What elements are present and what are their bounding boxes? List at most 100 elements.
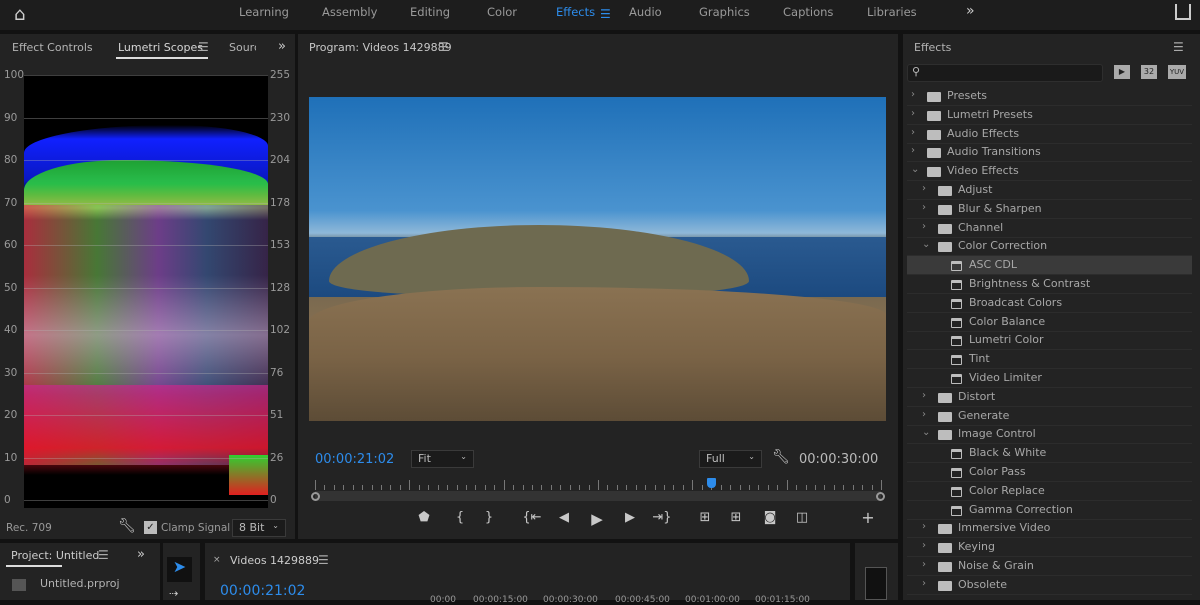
effects-list-item[interactable]: › Generate (907, 407, 1192, 426)
chevron-down-icon[interactable]: ⌄ (922, 239, 930, 250)
effects-list-item[interactable]: Gamma Correction (907, 501, 1192, 520)
tab-source[interactable]: Sourc (229, 41, 256, 54)
effects-list-item[interactable]: Broadcast Colors (907, 294, 1192, 313)
chevron-down-icon[interactable]: ⌄ (922, 427, 930, 438)
effects-list-item[interactable]: › Lumetri Presets (907, 106, 1192, 125)
extract-button[interactable]: ⊞ (726, 510, 746, 525)
go-to-in-button[interactable]: {⇤ (522, 510, 542, 525)
share-export-icon[interactable] (1175, 4, 1191, 20)
32bit-filter-icon[interactable]: 32 (1141, 65, 1157, 79)
effects-list-item[interactable]: Brightness & Contrast (907, 275, 1192, 294)
chevron-right-icon[interactable]: › (911, 108, 915, 119)
button-editor-plus[interactable]: + (858, 508, 878, 527)
workspace-tab-captions[interactable]: Captions (783, 5, 833, 19)
effects-list-item[interactable]: Lumetri Color (907, 331, 1192, 351)
accelerated-effects-filter-icon[interactable]: ▶ (1114, 65, 1130, 79)
zoom-dropdown[interactable]: Fit ⌄ (411, 450, 474, 468)
chevron-right-icon[interactable]: › (922, 578, 926, 589)
step-back-button[interactable]: ◀︎ (554, 510, 574, 525)
workspace-tab-color[interactable]: Color (487, 5, 517, 19)
chevron-right-icon[interactable]: › (922, 559, 926, 570)
effects-list-item[interactable]: › Noise & Grain (907, 557, 1192, 576)
sequence-menu-icon[interactable]: ☰ (318, 553, 329, 567)
tab-effect-controls[interactable]: Effect Controls (12, 41, 93, 54)
workspace-menu-icon[interactable]: ☰ (600, 7, 611, 21)
go-to-out-button[interactable]: ⇥} (652, 510, 672, 525)
timeline-timecode[interactable]: 00:00:21:02 (220, 583, 305, 599)
effects-menu-icon[interactable]: ☰ (1173, 40, 1184, 54)
quality-dropdown[interactable]: Full ⌄ (699, 450, 762, 468)
effects-list-item[interactable]: ⌄ Video Effects (907, 162, 1192, 182)
chevron-right-icon[interactable]: › (922, 390, 926, 401)
chevron-right-icon[interactable]: › (911, 145, 915, 156)
bit-depth-dropdown[interactable]: 8 Bit ⌄ (232, 519, 286, 537)
current-timecode[interactable]: 00:00:21:02 (315, 452, 394, 467)
effects-list-item[interactable]: › Adjust (907, 181, 1192, 200)
clamp-signal-checkbox[interactable]: ✓ (144, 521, 157, 534)
scroll-start-handle[interactable] (311, 492, 320, 501)
lift-button[interactable]: ⊞ (695, 510, 715, 525)
effects-list-item[interactable]: ⌄ Image Control (907, 425, 1192, 445)
effects-list-item[interactable]: › Channel (907, 219, 1192, 238)
chevron-down-icon[interactable]: ⌄ (911, 164, 919, 175)
program-menu-icon[interactable]: ☰ (438, 40, 449, 54)
settings-wrench-icon[interactable]: 🔧︎ (772, 449, 790, 465)
wrench-icon[interactable]: 🔧︎ (118, 518, 136, 534)
effects-list-item[interactable]: Color Replace (907, 482, 1192, 501)
panel-menu-icon[interactable]: ☰ (198, 40, 209, 54)
effects-list-item[interactable]: › Immersive Video (907, 519, 1192, 539)
project-overflow-icon[interactable]: » (137, 547, 145, 562)
effects-search-input[interactable]: ⚲ (907, 64, 1103, 82)
playhead[interactable] (707, 478, 717, 488)
workspace-tab-editing[interactable]: Editing (410, 5, 450, 19)
workspace-tab-learning[interactable]: Learning (239, 5, 289, 19)
effects-list-item[interactable]: › Keying (907, 538, 1192, 558)
yuv-filter-icon[interactable]: YUV (1168, 65, 1186, 79)
project-tab[interactable]: Project: Untitled (11, 549, 99, 562)
scroll-end-handle[interactable] (876, 492, 885, 501)
track-select-tool-icon[interactable]: ⇢ (169, 587, 178, 600)
effects-list-item[interactable]: ⌄ Color Correction (907, 237, 1192, 257)
time-ruler[interactable] (315, 480, 882, 490)
workspace-tab-effects[interactable]: Effects (556, 5, 595, 19)
effects-list-item[interactable]: Video Limiter (907, 369, 1192, 388)
chevron-right-icon[interactable]: › (922, 409, 926, 420)
home-icon[interactable]: ⌂ (14, 4, 36, 25)
effects-list-item[interactable]: › Audio Effects (907, 125, 1192, 144)
effects-list-item[interactable]: Black & White (907, 444, 1192, 464)
zoom-scrollbar[interactable] (315, 491, 881, 501)
panel-overflow-icon[interactable]: » (278, 39, 286, 54)
comparison-view-button[interactable]: ◫ (792, 510, 812, 525)
chevron-right-icon[interactable]: › (922, 183, 926, 194)
effects-list-item[interactable]: › Distort (907, 388, 1192, 407)
step-forward-button[interactable]: ▶︎ (620, 510, 640, 525)
workspace-tab-audio[interactable]: Audio (629, 5, 662, 19)
mark-in-button[interactable]: { (450, 510, 470, 525)
tab-lumetri-scopes[interactable]: Lumetri Scopes (118, 41, 203, 54)
workspace-tab-assembly[interactable]: Assembly (322, 5, 377, 19)
chevron-right-icon[interactable]: › (922, 202, 926, 213)
effects-list-item[interactable]: ASC CDL (907, 256, 1192, 276)
chevron-right-icon[interactable]: › (922, 540, 926, 551)
chevron-right-icon[interactable]: › (911, 127, 915, 138)
chevron-right-icon[interactable]: › (911, 89, 915, 100)
workspace-overflow-button[interactable]: » (966, 3, 975, 19)
add-marker-button[interactable]: ⬟ (414, 510, 434, 525)
close-sequence-icon[interactable]: × (213, 555, 221, 565)
chevron-right-icon[interactable]: › (922, 221, 926, 232)
chevron-right-icon[interactable]: › (922, 521, 926, 532)
mark-out-button[interactable]: } (479, 510, 499, 525)
sequence-tab[interactable]: Videos 1429889 (230, 554, 319, 567)
effects-list-item[interactable]: Tint (907, 350, 1192, 370)
effects-list-item[interactable]: › Audio Transitions (907, 143, 1192, 163)
selection-tool-icon[interactable]: ➤ (167, 557, 192, 582)
project-file-name[interactable]: Untitled.prproj (40, 577, 120, 590)
effects-list-item[interactable]: › Presets (907, 87, 1192, 106)
workspace-tab-graphics[interactable]: Graphics (699, 5, 750, 19)
effects-list-item[interactable]: Color Pass (907, 463, 1192, 482)
play-button[interactable]: ▶︎ (587, 510, 607, 528)
project-menu-icon[interactable]: ☰ (98, 548, 109, 562)
effects-list-item[interactable]: › Obsolete (907, 576, 1192, 595)
effects-list-item[interactable]: › Blur & Sharpen (907, 200, 1192, 219)
export-frame-camera-icon[interactable]: ◙ (760, 510, 780, 525)
